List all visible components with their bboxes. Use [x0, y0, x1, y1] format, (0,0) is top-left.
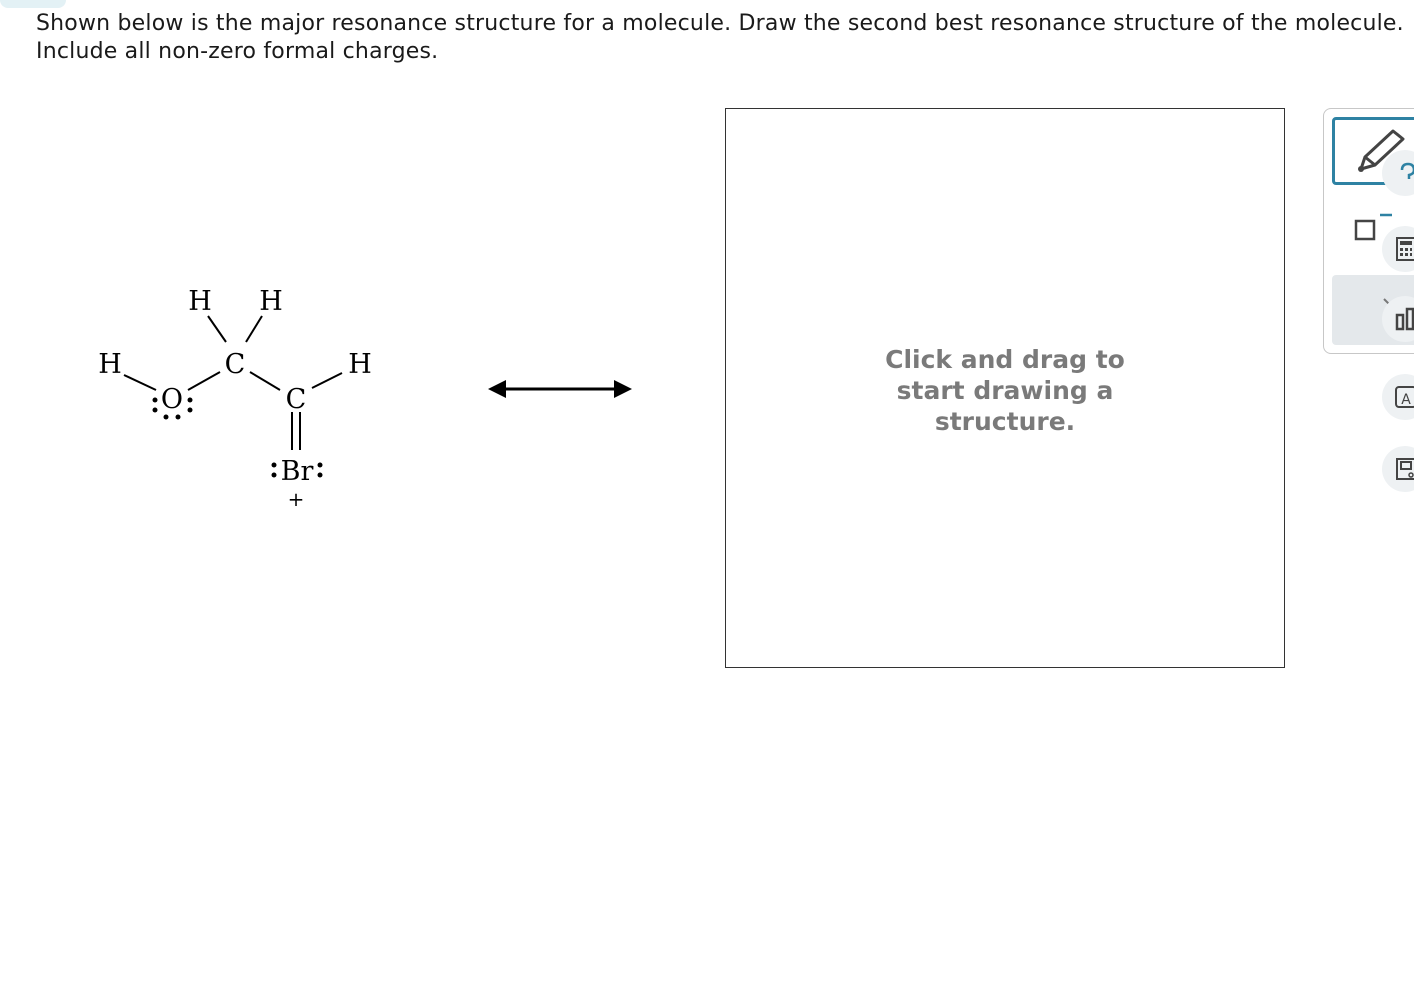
bond-c-h	[311, 372, 343, 389]
top-tab-indicator	[0, 0, 66, 8]
atom-h-top-left: H	[188, 286, 212, 317]
resonance-arrow-icon	[488, 380, 632, 398]
question-line-1: Shown below is the major resonance struc…	[36, 11, 1404, 36]
bond-h-c-right	[245, 315, 263, 343]
atom-h-top-right: H	[259, 286, 283, 317]
atom-c-right: C	[286, 384, 307, 415]
drawing-canvas[interactable]: Click and drag to start drawing a struct…	[725, 108, 1285, 668]
formal-charge-plus: +	[288, 487, 305, 511]
bond-o-c	[187, 371, 221, 391]
bond-h-c-left	[207, 315, 227, 343]
atom-c-top: C	[225, 349, 246, 380]
question-text: Shown below is the major resonance struc…	[36, 10, 1414, 66]
help-icon	[1400, 162, 1414, 179]
data-icon	[1395, 307, 1414, 331]
bond-c-c	[249, 371, 281, 391]
periodic-table-icon: A	[1395, 386, 1414, 408]
reference-button[interactable]	[1382, 446, 1414, 492]
atom-h-right: H	[348, 349, 372, 380]
atom-br: Br	[281, 456, 314, 487]
atom-h-left: H	[98, 349, 122, 380]
periodic-table-button[interactable]: A	[1382, 374, 1414, 420]
molecule-structure: H H H O C C H Br +	[98, 286, 372, 511]
svg-text:A: A	[1401, 392, 1411, 408]
calculator-icon	[1396, 237, 1414, 261]
atom-o: O	[161, 384, 183, 415]
canvas-hint: Click and drag to start drawing a struct…	[885, 345, 1125, 436]
question-line-2: Include all non-zero formal charges.	[36, 39, 439, 64]
bond-h-o	[123, 374, 157, 391]
book-icon	[1396, 458, 1414, 480]
